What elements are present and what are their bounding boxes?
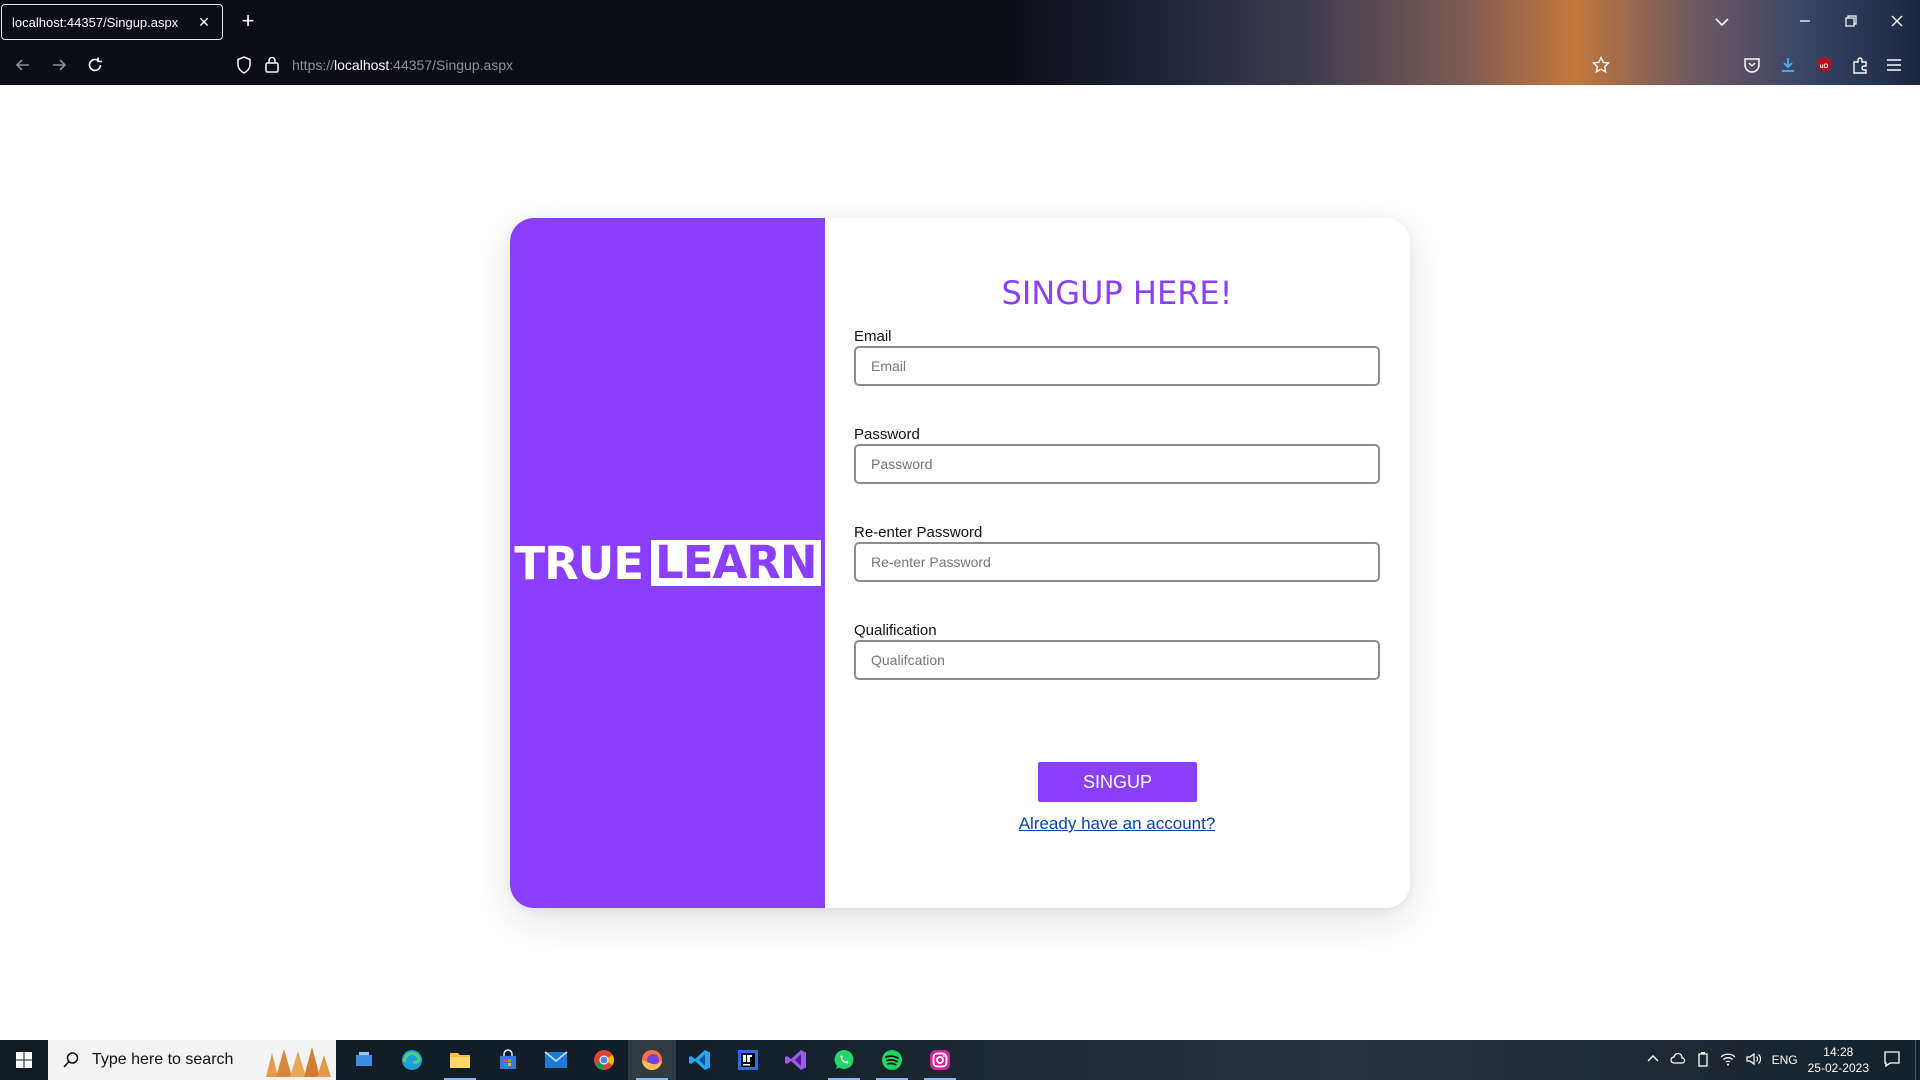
clock[interactable]: 14:28 25-02-2023 [1808, 1044, 1869, 1076]
battery-icon[interactable] [1696, 1051, 1710, 1070]
system-tray: ENG 14:28 25-02-2023 [1646, 1040, 1920, 1080]
task-view-icon[interactable] [340, 1040, 388, 1080]
tab-strip: localhost:44357/Singup.aspx ✕ + [0, 0, 1920, 44]
clock-date: 25-02-2023 [1807, 1061, 1869, 1075]
url-text: https://localhost:44357/Singup.aspx [292, 57, 514, 73]
address-bar[interactable]: https://localhost:44357/Singup.aspx [236, 50, 1616, 80]
tab-close-icon[interactable]: ✕ [196, 14, 212, 31]
navigation-bar: https://localhost:44357/Singup.aspx uO [0, 44, 1920, 85]
pocket-icon[interactable] [1739, 52, 1765, 78]
form-title: SINGUP HERE! [1001, 274, 1233, 312]
browser-chrome: localhost:44357/Singup.aspx ✕ + https://… [0, 0, 1920, 85]
forward-icon[interactable] [46, 52, 72, 78]
already-have-account-link[interactable]: Already have an account? [854, 814, 1380, 834]
tracking-protection-icon[interactable] [236, 56, 252, 79]
tab-title: localhost:44357/Singup.aspx [12, 14, 179, 30]
bookmark-star-icon[interactable] [1588, 52, 1614, 78]
password-input[interactable] [854, 444, 1380, 484]
reenter-password-label: Re-enter Password [854, 524, 983, 541]
qualification-input[interactable] [854, 640, 1380, 680]
minimize-icon[interactable] [1790, 8, 1820, 36]
lock-icon[interactable] [264, 55, 280, 78]
restore-icon[interactable] [1836, 8, 1866, 36]
qualification-label: Qualification [854, 622, 937, 639]
instagram-icon[interactable] [916, 1040, 964, 1080]
page-content: TRUE LEARN SINGUP HERE! Email Password R… [0, 85, 1920, 1040]
new-tab-button[interactable]: + [234, 8, 262, 36]
volume-icon[interactable] [1745, 1052, 1762, 1069]
reenter-password-input[interactable] [854, 542, 1380, 582]
show-hidden-icons-chevron-icon[interactable] [1646, 1052, 1660, 1069]
store-icon[interactable] [484, 1040, 532, 1080]
search-highlight-illustration [262, 1043, 332, 1077]
input-language[interactable]: ENG [1772, 1053, 1798, 1067]
chrome-icon[interactable] [580, 1040, 628, 1080]
svg-text:uO: uO [1820, 64, 1829, 70]
password-label: Password [854, 426, 920, 443]
close-window-icon[interactable] [1882, 8, 1912, 36]
brand-panel: TRUE LEARN [510, 218, 825, 908]
intellij-icon[interactable] [724, 1040, 772, 1080]
vscode-icon[interactable] [676, 1040, 724, 1080]
windows-start-icon[interactable] [0, 1040, 48, 1080]
whatsapp-icon[interactable] [820, 1040, 868, 1080]
logo-word-learn: LEARN [651, 540, 821, 586]
signup-form: SINGUP HERE! Email Password Re-enter Pas… [854, 218, 1380, 908]
email-input[interactable] [854, 346, 1380, 386]
logo-word-true: TRUE [514, 536, 644, 590]
visual-studio-icon[interactable] [772, 1040, 820, 1080]
file-explorer-icon[interactable] [436, 1040, 484, 1080]
cloud-sync-icon[interactable] [1670, 1052, 1686, 1069]
back-icon[interactable] [10, 52, 36, 78]
search-placeholder: Type here to search [92, 1051, 234, 1068]
firefox-icon[interactable] [628, 1040, 676, 1080]
edge-icon[interactable] [388, 1040, 436, 1080]
signup-card: TRUE LEARN SINGUP HERE! Email Password R… [510, 218, 1410, 908]
spotify-icon[interactable] [868, 1040, 916, 1080]
reload-icon[interactable] [82, 52, 108, 78]
notification-center-icon[interactable] [1883, 1050, 1901, 1071]
taskbar-search-box[interactable]: Type here to search [48, 1040, 336, 1080]
show-desktop-button[interactable] [1915, 1040, 1920, 1080]
clock-time: 14:28 [1823, 1045, 1854, 1059]
browser-tab[interactable]: localhost:44357/Singup.aspx ✕ [1, 4, 223, 40]
truelearn-logo: TRUE LEARN [514, 536, 821, 590]
mail-icon[interactable] [532, 1040, 580, 1080]
extensions-icon[interactable] [1847, 52, 1873, 78]
taskbar: Type here to search ENG 14:28 25-02-2023 [0, 1040, 1920, 1080]
email-label: Email [854, 328, 892, 345]
downloads-icon[interactable] [1775, 52, 1801, 78]
list-all-tabs-icon[interactable] [1710, 10, 1734, 34]
wifi-icon[interactable] [1720, 1052, 1736, 1069]
search-icon [62, 1051, 80, 1069]
ublock-origin-icon[interactable]: uO [1811, 52, 1837, 78]
signup-button[interactable]: SINGUP [1038, 762, 1197, 802]
menu-icon[interactable] [1881, 52, 1907, 78]
